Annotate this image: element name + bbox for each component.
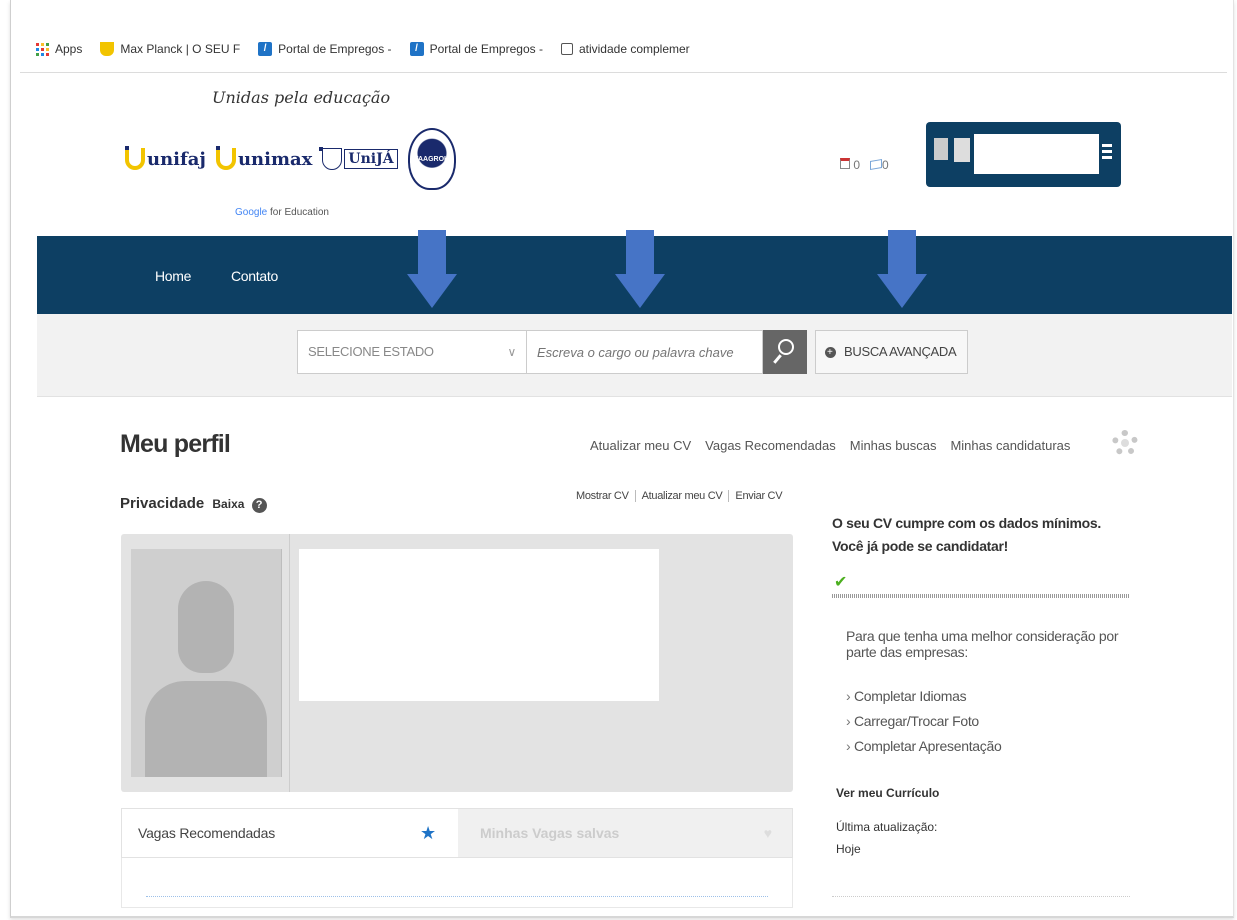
separator <box>832 594 1130 598</box>
user-menu[interactable] <box>926 122 1121 187</box>
maxplanck-favicon-icon <box>100 42 115 56</box>
tab-minhas-vagas-salvas[interactable]: Minhas Vagas salvas ♥ <box>458 809 792 857</box>
link-atualizar-meu-cv[interactable]: Atualizar meu CV <box>634 490 729 502</box>
hamburger-icon[interactable] <box>1102 144 1112 162</box>
bookmarks-divider <box>20 72 1227 73</box>
plus-circle-icon <box>825 332 836 374</box>
tip-completar-idiomas[interactable]: Completar Idiomas <box>846 684 1001 709</box>
nav-home[interactable]: Home <box>155 268 191 284</box>
profile-info-redacted <box>299 549 659 701</box>
bookmark-apps[interactable]: Apps <box>36 42 82 56</box>
portal-favicon-icon: / <box>258 42 273 56</box>
unifaj-logo: unifaj <box>125 146 206 170</box>
checkmark-icon: ✔ <box>834 574 848 591</box>
page-title: Meu perfil <box>120 430 231 458</box>
avatar <box>934 138 948 160</box>
separator <box>832 896 1130 897</box>
calendar-icon <box>840 158 850 169</box>
chevron-down-icon: ∨ <box>507 345 517 359</box>
profile-top-links: Atualizar meu CV Vagas Recomendadas Minh… <box>590 438 1070 453</box>
tip-completar-apresentacao[interactable]: Completar Apresentação <box>846 734 1002 759</box>
messages-notification[interactable]: 0 <box>870 158 889 172</box>
privacy-setting: Privacidade Baixa ? <box>120 495 267 513</box>
privacy-level[interactable]: Baixa <box>212 497 244 511</box>
last-update-value: Hoje <box>836 842 861 856</box>
brand-tagline: Unidas pela educação <box>212 88 391 107</box>
search-button[interactable] <box>763 330 807 374</box>
unimax-logo: unimax <box>215 146 312 170</box>
unija-logo: UniJÁ <box>319 147 398 170</box>
link-ver-curriculo[interactable]: Ver meu Currículo <box>836 786 939 800</box>
link-minhas-buscas[interactable]: Minhas buscas <box>850 438 937 453</box>
link-mostrar-cv[interactable]: Mostrar CV <box>570 490 635 502</box>
bookmark-portal-2[interactable]: / Portal de Empregos - <box>409 42 543 56</box>
tip-text: Para que tenha uma melhor consideração p… <box>846 628 1119 660</box>
state-select[interactable]: SELECIONE ESTADO ∨ <box>297 330 527 374</box>
bookmark-label: Apps <box>55 42 83 56</box>
u-mark-icon <box>125 146 145 170</box>
cv-actions: Mostrar CV Atualizar meu CV Enviar CV <box>570 490 788 502</box>
tab-content <box>121 858 793 908</box>
bookmark-label: Portal de Empregos - <box>429 42 543 56</box>
profile-card <box>121 534 793 792</box>
document-icon <box>560 43 573 55</box>
link-minhas-candidaturas[interactable]: Minhas candidaturas <box>950 438 1070 453</box>
tip-carregar-foto[interactable]: Carregar/Trocar Foto <box>846 709 1001 734</box>
gear-icon[interactable] <box>1112 430 1138 456</box>
keyword-search-input[interactable] <box>527 330 763 374</box>
heart-icon: ♥ <box>763 825 772 841</box>
help-icon[interactable]: ? <box>251 498 267 513</box>
link-atualizar-cv[interactable]: Atualizar meu CV <box>590 438 691 453</box>
link-enviar-cv[interactable]: Enviar CV <box>728 490 788 502</box>
annotation-arrow-icon <box>877 230 927 312</box>
link-vagas-recomendadas[interactable]: Vagas Recomendadas <box>705 438 836 453</box>
u-mark-icon <box>319 147 343 170</box>
nav-contato[interactable]: Contato <box>231 268 278 284</box>
annotation-arrow-icon <box>615 230 665 312</box>
tips-list: Completar Idiomas Carregar/Trocar Foto C… <box>846 684 1002 759</box>
apps-grid-icon <box>36 42 49 56</box>
avatar-thumb <box>954 138 970 162</box>
calendar-notification[interactable]: 0 <box>840 158 860 172</box>
annotation-arrow-icon <box>407 230 457 312</box>
bookmark-label: Max Planck | O SEU F <box>120 42 241 56</box>
google-for-education: Google for Education <box>235 207 329 218</box>
bookmark-max-planck[interactable]: Max Planck | O SEU F <box>100 42 240 56</box>
cv-status-message: O seu CV cumpre com os dados mínimos. Vo… <box>832 515 1101 554</box>
bookmarks-bar: Apps Max Planck | O SEU F / Portal de Em… <box>36 38 690 60</box>
user-name-redacted <box>974 134 1099 174</box>
bookmark-atividade[interactable]: atividade complemer <box>560 42 690 56</box>
last-update-label: Última atualização: <box>836 820 938 834</box>
tab-vagas-recomendadas[interactable]: Vagas Recomendadas ★ <box>122 809 458 857</box>
bookmark-portal-1[interactable]: / Portal de Empregos - <box>258 42 392 56</box>
u-mark-icon <box>215 146 236 170</box>
portal-favicon-icon: / <box>409 42 424 56</box>
card-divider <box>289 534 290 792</box>
mail-icon <box>870 158 883 171</box>
star-icon: ★ <box>420 823 436 843</box>
avatar-silhouette-icon <box>178 581 234 673</box>
bookmark-label: Portal de Empregos - <box>278 42 392 56</box>
header-notifications: 0 0 <box>840 158 889 172</box>
faagroh-seal: FAAGROH <box>407 128 456 190</box>
brand-logos[interactable]: unifaj unimax UniJÁ FAAGROH <box>125 128 456 190</box>
advanced-search-button[interactable]: BUSCA AVANÇADA <box>815 330 968 374</box>
profile-photo[interactable] <box>131 549 282 777</box>
bookmark-label: atividade complemer <box>578 42 690 56</box>
jobs-tabs: Vagas Recomendadas ★ Minhas Vagas salvas… <box>121 808 793 858</box>
